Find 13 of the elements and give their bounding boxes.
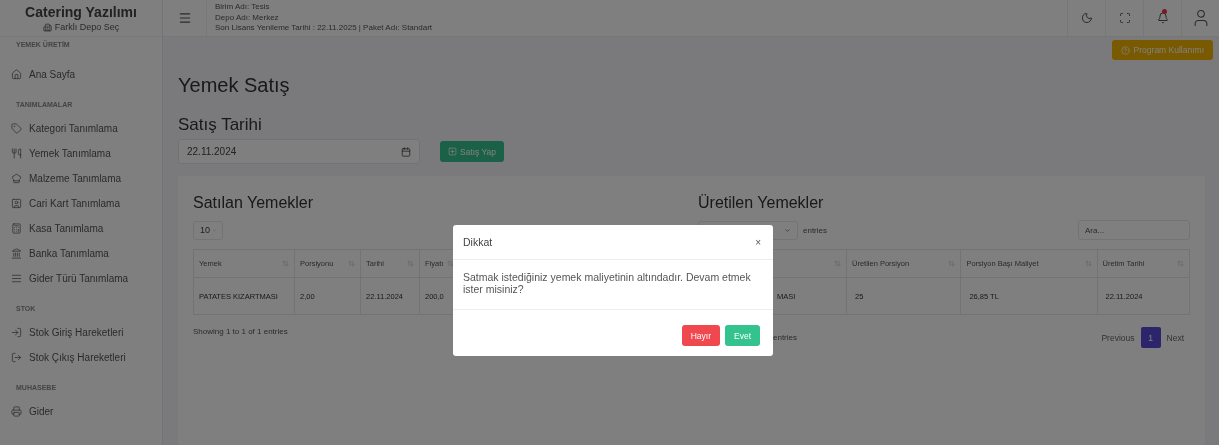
card-title: Satılan Yemekler [193, 194, 315, 212]
card-title: Üretilen Yemekler [698, 194, 825, 212]
header-info-text: Depo Adı: Merkez [215, 12, 280, 24]
table-info-text: Showing 1 to 1 of 1 entries [193, 327, 288, 336]
entries-label: entries [803, 225, 827, 235]
header-info-text: Birim Adı: Tesis [215, 2, 271, 13]
dialog-message: Satmak istediğiniz yemek maliyetinin altındadır. Devam etmek ister misiniz? [453, 260, 773, 310]
table-info-text: entries [773, 333, 797, 342]
section-title: Satış Tarihi [178, 115, 263, 135]
page-title: Yemek Satış [178, 74, 291, 97]
dialog-title: Dikkat [463, 236, 493, 248]
app-title: Catering Yazılımı [25, 4, 137, 20]
header-info-text: Son Lisans Yenileme Tarihi : 22.11.2025 | Paket Adı: Standart [215, 23, 434, 34]
